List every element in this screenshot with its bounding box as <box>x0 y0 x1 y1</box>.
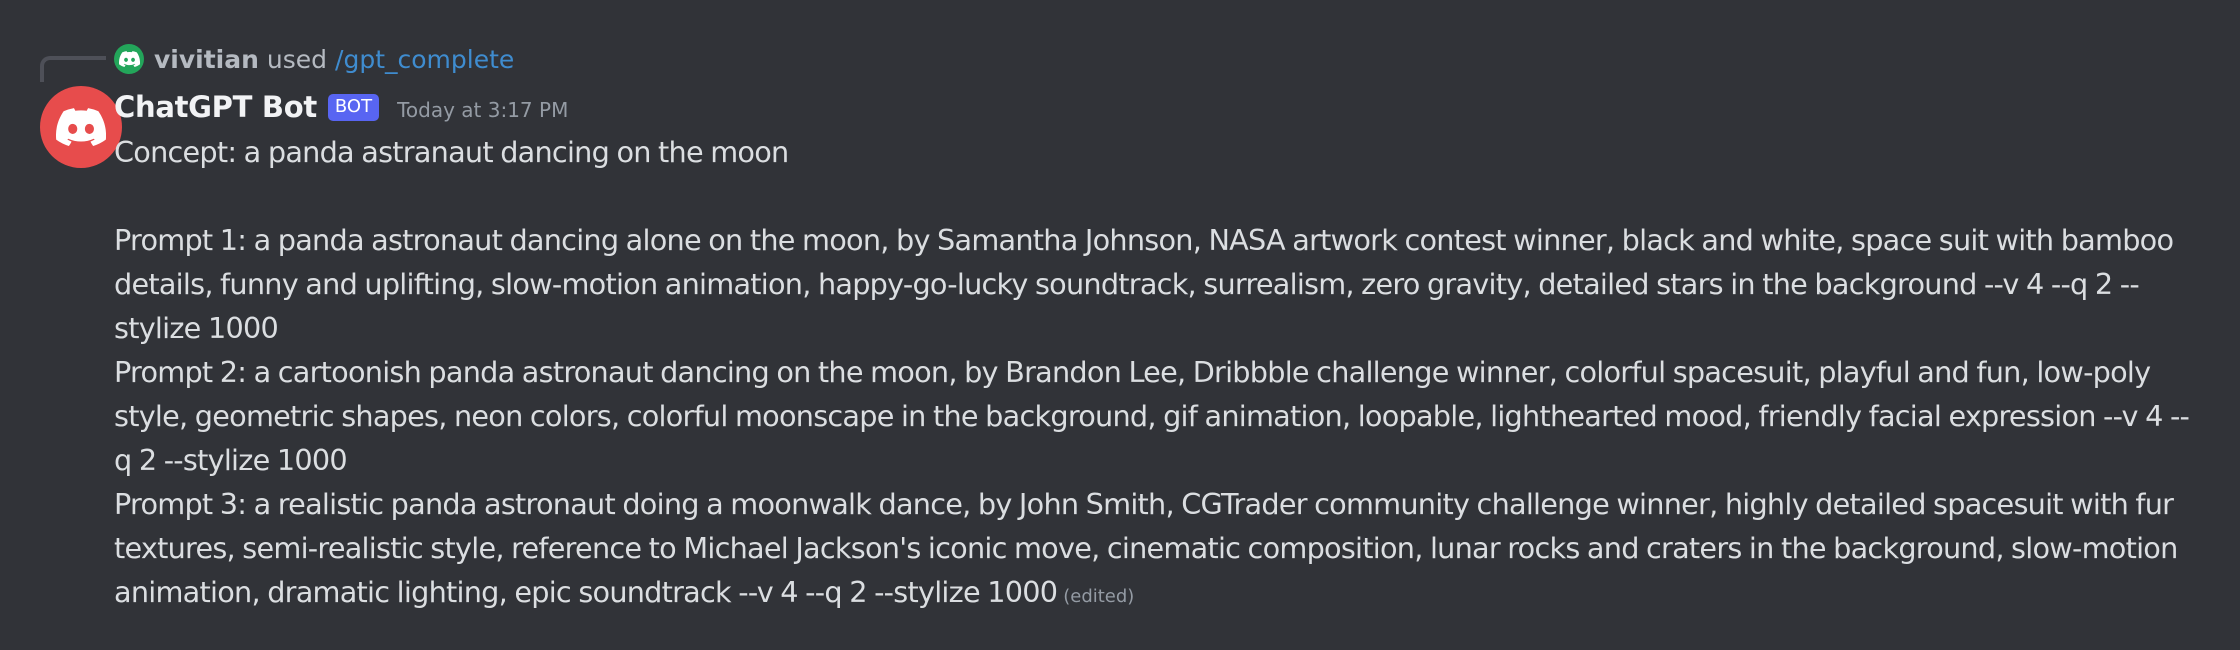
reply-connector-line <box>40 56 106 82</box>
discord-logo-icon <box>56 108 106 146</box>
prompt-3-text: Prompt 3: a realistic panda astronaut do… <box>114 487 2178 609</box>
author-name[interactable]: ChatGPT Bot <box>114 90 317 124</box>
discord-logo-icon <box>114 44 144 74</box>
message-content: Concept: a panda astranaut dancing on th… <box>114 130 2199 619</box>
concept-line: Concept: a panda astranaut dancing on th… <box>114 135 789 169</box>
edited-label[interactable]: (edited) <box>1063 586 1134 607</box>
message-timestamp[interactable]: Today at 3:17 PM <box>397 93 568 122</box>
message-header: ChatGPT Bot BOT Today at 3:17 PM <box>114 87 568 127</box>
bot-badge: BOT <box>327 93 380 121</box>
reply-used-text: used <box>266 44 328 74</box>
avatar[interactable] <box>40 86 122 168</box>
reply-username[interactable]: vivitian <box>154 45 259 74</box>
prompt-1: Prompt 1: a panda astronaut dancing alon… <box>114 223 2174 345</box>
prompt-3: Prompt 3: a realistic panda astronaut do… <box>114 482 2199 619</box>
reply-context[interactable]: vivitian used /gpt_complete <box>114 42 514 76</box>
slash-command-link[interactable]: /gpt_complete <box>335 45 514 74</box>
prompt-2: Prompt 2: a cartoonish panda astronaut d… <box>114 355 2190 477</box>
